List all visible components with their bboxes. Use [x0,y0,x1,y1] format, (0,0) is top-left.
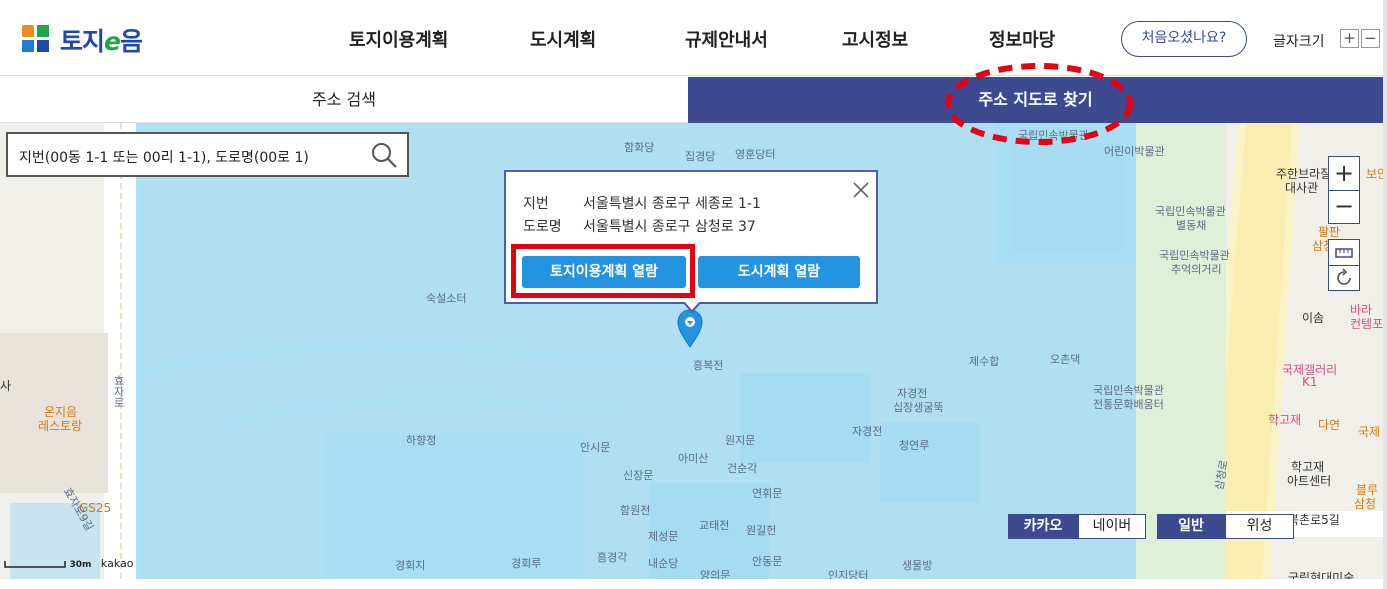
logo-mark-icon [22,25,52,55]
map-label: 컨템포 [1350,317,1383,331]
map-label: 숙설소터 [426,292,467,305]
map-label: 십장생굴뚝 [893,401,944,414]
site-logo[interactable]: 토지e음 [22,22,143,58]
map-provider: kakao [100,557,134,570]
jibun-row: 지번 서울특별시 종로구 세종로 1-1 [523,193,761,213]
map-label: 별동채 [1176,219,1207,232]
map-label: 생물방 [902,559,933,572]
map-label: 흥복전 [693,359,724,372]
font-size-label: 글자크기 [1273,34,1325,50]
kakao-map-button[interactable]: 카카오 [1008,514,1078,539]
logo-text-b: 음 [119,27,143,56]
map-label: 영훈당터 [735,148,776,161]
map-label: 아미산 [678,452,709,465]
naver-map-button[interactable]: 네이버 [1078,514,1146,539]
map-label: 삼청 [1354,497,1377,511]
map-label: 아트센터 [1287,474,1332,488]
map-label: 경회루 [511,557,542,570]
map-label: 연휘문 [752,487,783,500]
map-label: 내순당 [648,557,679,570]
map-label: 인지당터 [828,569,869,579]
map-label: 국립현대미술 [1288,571,1355,579]
nav-regulation-guide[interactable]: 규제안내서 [685,26,768,52]
zoom-out-button[interactable]: − [1329,191,1359,224]
address-search-field[interactable]: 지번(00동 1-1 또는 00리 1-1), 도로명(00로 1) [6,132,409,177]
normal-map-button[interactable]: 일반 [1157,514,1225,539]
page-scrollbar[interactable] [1383,0,1387,589]
map-label: 집경당 [685,150,716,163]
nav-land-use-plan[interactable]: 토지이용계획 [349,26,448,52]
map-label: 교태전 [699,519,730,532]
zoom-control: + − [1328,156,1360,224]
jibun-value: 서울특별시 종로구 세종로 1-1 [583,196,761,212]
map-label: 효자로 [112,375,125,408]
map-label: 원지문 [725,434,756,447]
close-icon[interactable] [851,180,871,200]
urban-plan-view-button[interactable]: 도시계획 열람 [698,256,860,288]
nav-urban-plan[interactable]: 도시계획 [530,26,596,52]
scale-distance: 30m [69,560,92,570]
nav-info-plaza[interactable]: 정보마당 [989,26,1055,52]
reset-icon[interactable] [1329,266,1359,291]
map-label: 대사관 [1285,181,1319,195]
map-label: 경회지 [395,559,426,572]
map-label: 레스토랑 [38,419,83,433]
map-label: 오촌댁 [1050,353,1081,366]
map-label: 건순각 [727,462,758,475]
map-label: 안시문 [580,441,611,454]
map-label: 안동문 [752,555,783,568]
tab-address-search[interactable]: 주소 검색 [0,77,688,123]
map-label: 사 [0,379,12,393]
map-label: 자경전 [852,425,883,438]
map-label: 양의문 [700,569,731,579]
location-pin-icon[interactable] [676,309,704,349]
map-scale: 30m kakao [4,557,133,570]
first-visit-button[interactable]: 처음오셨나요? [1121,21,1247,57]
scale-bar-icon [4,561,66,568]
site-header: 토지e음 토지이용계획 도시계획 규제안내서 고시정보 정보마당 처음오셨나요?… [0,0,1387,76]
map-label: 보안 [1366,167,1383,181]
map-label: 제성문 [648,530,679,543]
map-label: 다연 [1318,418,1341,432]
logo-text-e: e [104,27,121,56]
map-label: 하향정 [406,434,437,447]
map-label: K1 [1302,375,1318,389]
highlight-oval [945,63,1133,145]
satellite-map-button[interactable]: 위성 [1225,514,1294,539]
ruler-icon[interactable] [1329,240,1359,266]
font-size-minus-button[interactable]: − [1361,29,1380,48]
map-label: 함원전 [620,504,651,517]
map-label: 청연루 [899,439,930,452]
logo-text-a: 토지 [60,27,105,56]
road-address-value: 서울특별시 종로구 삼청로 37 [583,219,756,235]
jibun-label: 지번 [523,196,549,212]
map-label: 함화당 [624,141,655,154]
map-label: 국제 [1358,425,1381,439]
road-address-row: 도로명 서울특별시 종로구 삼청로 37 [523,216,756,236]
map-label: 제수합 [969,355,1000,368]
nav-notice-info[interactable]: 고시정보 [842,26,908,52]
font-size-plus-button[interactable]: + [1340,29,1359,48]
map-label: 원길헌 [746,524,777,537]
map-label: 이솜 [1302,311,1325,325]
map-label: 북촌로5길 [1288,513,1340,527]
popup-tail-inner [684,301,700,310]
map-label: 흠경각 [597,551,628,564]
map-label: 신장문 [623,469,654,482]
search-input[interactable]: 지번(00동 1-1 또는 00리 1-1), 도로명(00로 1) [19,147,309,167]
search-icon[interactable] [370,141,398,169]
map-label: 학고재 [1268,413,1302,427]
map-tool-control [1328,239,1360,291]
road-address-label: 도로명 [523,219,562,235]
map-label: 추억의거리 [1171,263,1222,276]
highlight-box [511,244,695,298]
logo-text: 토지e음 [60,22,143,58]
zoom-in-button[interactable]: + [1329,157,1359,191]
map-label: 전통문화배움터 [1093,398,1164,411]
